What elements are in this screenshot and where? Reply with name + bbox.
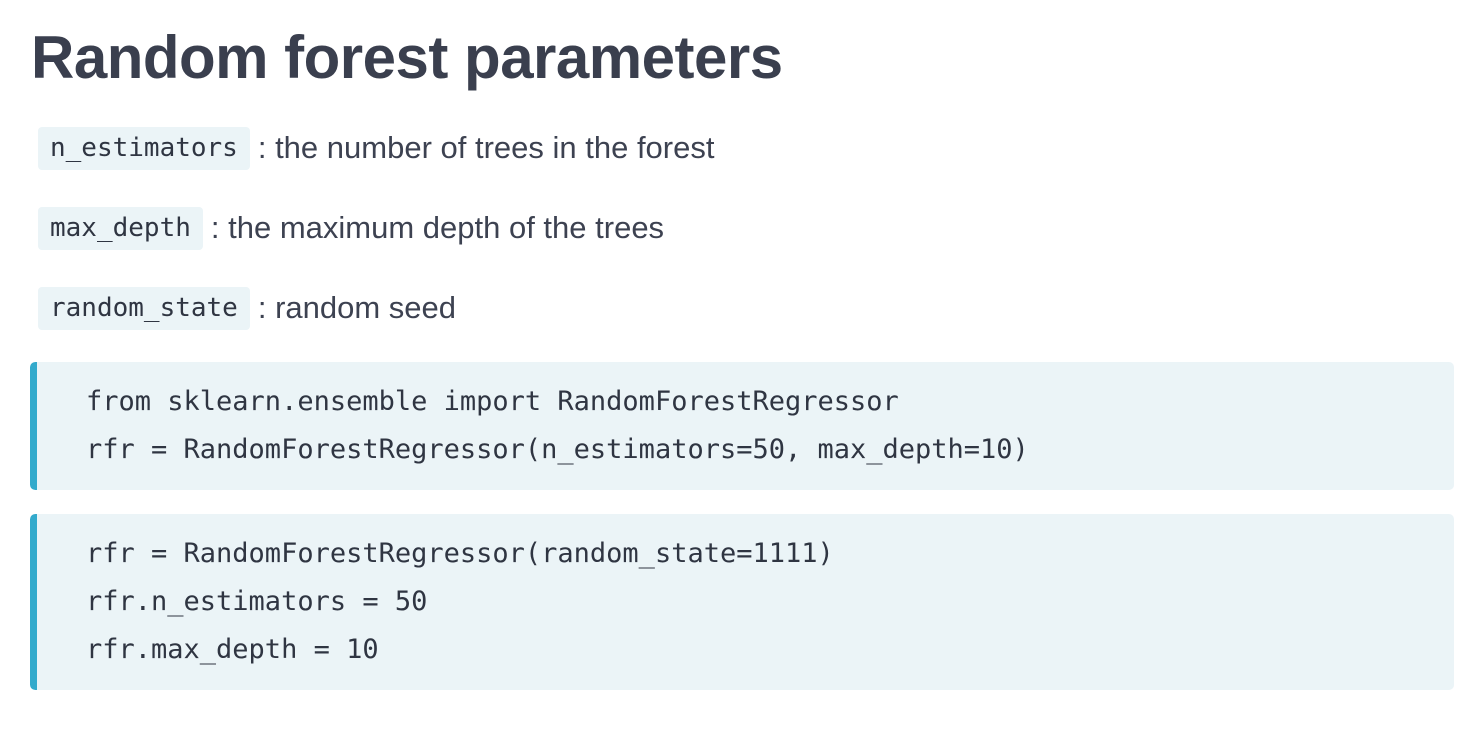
code-line: rfr = RandomForestRegressor(n_estimators… bbox=[86, 434, 1029, 465]
code-block-constructor-args: from sklearn.ensemble import RandomFores… bbox=[30, 362, 1454, 490]
parameter-description: : the number of trees in the forest bbox=[257, 130, 715, 165]
parameter-description: : random seed bbox=[257, 290, 457, 325]
code-line: rfr = RandomForestRegressor(random_state… bbox=[86, 538, 834, 569]
code-block-attribute-assignment: rfr = RandomForestRegressor(random_state… bbox=[30, 514, 1454, 690]
parameter-item-n-estimators: n_estimators : the number of trees in th… bbox=[38, 126, 714, 170]
code-line: from sklearn.ensemble import RandomFores… bbox=[86, 386, 899, 417]
parameter-description: : the maximum depth of the trees bbox=[210, 210, 665, 245]
parameter-name: max_depth bbox=[38, 206, 203, 250]
slide: Random forest parameters n_estimators : … bbox=[0, 0, 1484, 740]
parameter-name: random_state bbox=[38, 286, 250, 330]
parameter-name: n_estimators bbox=[38, 126, 250, 170]
code-line: rfr.max_depth = 10 bbox=[86, 634, 379, 665]
page-title: Random forest parameters bbox=[31, 24, 783, 91]
code-line: rfr.n_estimators = 50 bbox=[86, 586, 428, 617]
parameter-item-max-depth: max_depth : the maximum depth of the tre… bbox=[38, 206, 664, 250]
parameter-item-random-state: random_state : random seed bbox=[38, 286, 456, 330]
